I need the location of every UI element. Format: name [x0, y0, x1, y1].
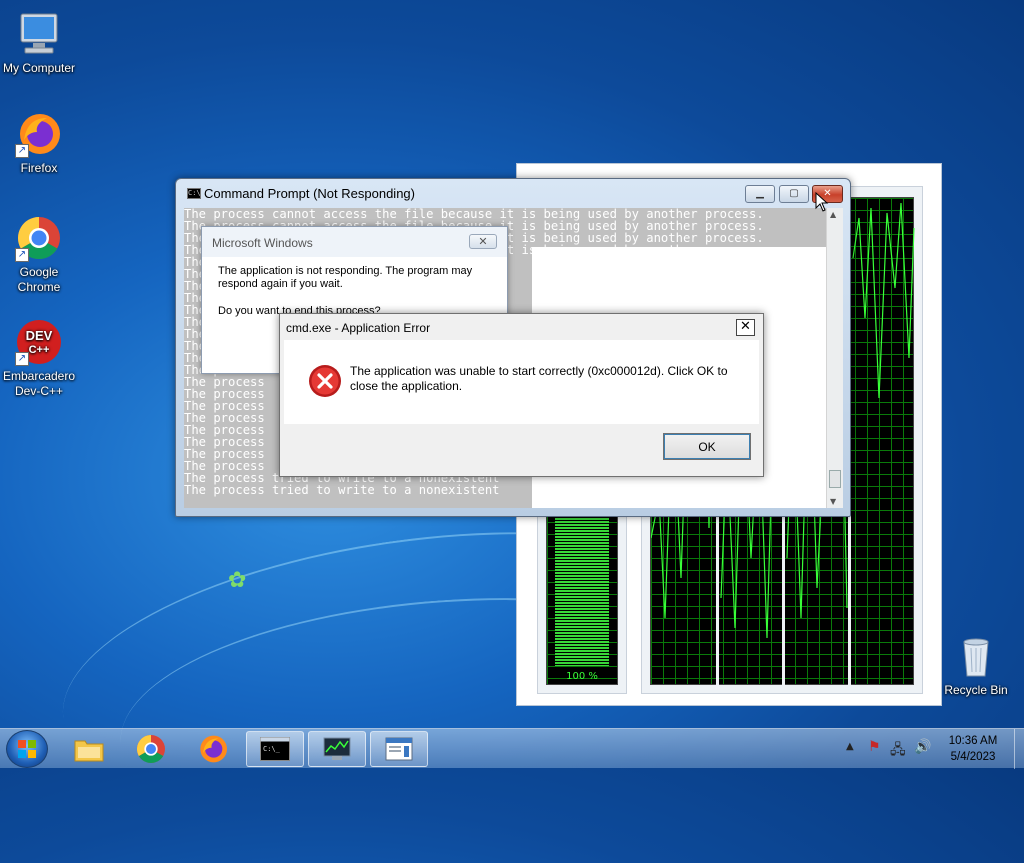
minimize-button[interactable]: ▁: [745, 185, 775, 203]
recycle-bin-icon: [952, 632, 1000, 680]
chrome-icon: [136, 735, 165, 764]
shortcut-arrow-icon: ↗: [15, 248, 29, 262]
volume-icon[interactable]: 🔊: [914, 739, 931, 755]
desktop-icon-my-computer[interactable]: My Computer: [0, 10, 78, 76]
firefox-icon: ↗: [15, 110, 63, 158]
ok-button[interactable]: OK: [663, 433, 751, 460]
desktop-icon-chrome[interactable]: ↗ Google Chrome: [0, 214, 78, 295]
desktop-icon-label: Embarcadero Dev-C++: [2, 369, 76, 398]
dialog-message: The application is not responding. The p…: [218, 265, 473, 290]
action-center-flag-icon[interactable]: ⚑: [868, 739, 881, 755]
window-title: Command Prompt (Not Responding): [204, 186, 415, 201]
application-error-dialog[interactable]: cmd.exe - Application Error ✕ The applic…: [279, 313, 764, 477]
desktop-icon-label: Recycle Bin: [944, 683, 1008, 697]
taskbar-command-prompt[interactable]: C:\_: [246, 731, 304, 767]
scroll-up-icon[interactable]: ▲: [830, 210, 836, 219]
desktop-icon-devcpp[interactable]: DEV C++ ↗ Embarcadero Dev-C++: [0, 318, 78, 399]
clock-date: 5/4/2023: [950, 751, 996, 763]
console-icon: C:\_: [260, 737, 290, 761]
start-button[interactable]: [6, 730, 48, 768]
dialog-title: cmd.exe - Application Error: [286, 321, 431, 335]
dialog-content: The application was unable to start corr…: [284, 340, 759, 424]
devcpp-icon: DEV C++ ↗: [15, 318, 63, 366]
show-hidden-icons-icon[interactable]: ▲: [846, 741, 854, 752]
folder-icon: [74, 740, 104, 762]
close-button[interactable]: ✕: [736, 319, 755, 336]
firefox-icon: [200, 735, 227, 763]
desktop-icon-firefox[interactable]: ↗ Firefox: [0, 110, 78, 176]
vertical-scrollbar[interactable]: ▲ ▼: [826, 208, 843, 508]
svg-text:DEV: DEV: [26, 328, 53, 343]
error-icon: [309, 365, 341, 397]
taskbar-error-window[interactable]: [370, 731, 428, 767]
svg-text:C:\_: C:\_: [263, 745, 281, 753]
clock[interactable]: 10:36 AM 5/4/2023: [935, 733, 1011, 765]
taskbar-firefox[interactable]: [184, 731, 242, 767]
windows-logo-icon: [18, 740, 36, 758]
cpu-usage-percent: 100 %: [566, 671, 598, 682]
console-icon: C:\: [187, 188, 201, 199]
desktop-icon-recycle-bin[interactable]: Recycle Bin: [936, 632, 1016, 698]
desktop-icon-label: Firefox: [20, 161, 58, 175]
task-manager-icon: [323, 737, 351, 760]
error-message: The application was unable to start corr…: [350, 364, 728, 393]
svg-text:C++: C++: [29, 344, 50, 356]
dialog-title: Microsoft Windows: [212, 236, 313, 250]
computer-icon: [15, 10, 63, 58]
mouse-cursor-icon: [815, 192, 829, 212]
desktop-icon-label: Google Chrome: [17, 265, 61, 294]
close-button[interactable]: ✕: [469, 234, 497, 249]
taskbar-explorer[interactable]: [60, 731, 118, 767]
taskbar-task-manager[interactable]: [308, 731, 366, 767]
window-icon: [385, 737, 413, 761]
maximize-button[interactable]: ▢: [779, 185, 809, 203]
show-desktop-button[interactable]: [1014, 729, 1024, 769]
shortcut-arrow-icon: ↗: [15, 352, 29, 366]
taskbar: C:\_ ▲ ⚑ 🖧 🔊 10:36 AM 5/4/2023: [0, 728, 1024, 769]
wallpaper-leaf: ✿: [228, 568, 247, 593]
shortcut-arrow-icon: ↗: [15, 144, 29, 158]
scroll-down-icon[interactable]: ▼: [830, 497, 836, 506]
desktop-icon-label: My Computer: [2, 61, 76, 75]
clock-time: 10:36 AM: [948, 735, 998, 747]
network-icon[interactable]: 🖧: [890, 739, 906, 763]
chrome-icon: ↗: [15, 214, 63, 262]
taskbar-chrome[interactable]: [122, 731, 180, 767]
scroll-thumb[interactable]: [829, 470, 841, 488]
